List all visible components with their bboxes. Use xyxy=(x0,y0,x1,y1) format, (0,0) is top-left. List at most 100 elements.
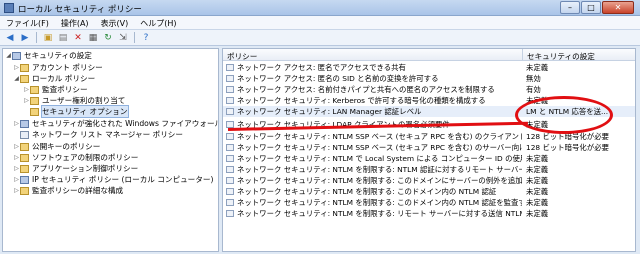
menu-help[interactable]: ヘルプ(H) xyxy=(134,16,182,29)
tree-item-label: セキュリティの設定 xyxy=(24,51,92,60)
folder-icon xyxy=(30,85,39,94)
policy-setting: 128 ビット暗号化が必要 xyxy=(526,143,609,152)
expand-arrow-icon[interactable]: ▷ xyxy=(23,86,30,93)
menu-bar: ファイル(F) 操作(A) 表示(V) ヘルプ(H) xyxy=(0,16,640,30)
folder-icon xyxy=(30,96,39,105)
tree-item-label: アプリケーション制御ポリシー xyxy=(32,164,139,173)
expand-arrow-icon[interactable]: ▷ xyxy=(13,187,20,194)
tree-item-network-list-manager[interactable]: ネットワーク リスト マネージャー ポリシー xyxy=(13,129,183,140)
policy-name: ネットワーク セキュリティ: NTLM で Local System による コ… xyxy=(237,154,522,163)
policy-icon xyxy=(226,86,234,93)
table-row[interactable]: ネットワーク セキュリティ: NTLM を制限する: このドメイン内の NTLM… xyxy=(223,197,635,208)
window-controls: – □ ✕ xyxy=(560,1,634,14)
tree-item-ip-security[interactable]: ▷ IP セキュリティ ポリシー (ローカル コンピューター) xyxy=(13,174,213,185)
table-row[interactable]: ネットワーク アクセス: 匿名でアクセスできる共有 未定義 xyxy=(223,62,635,73)
policy-name: ネットワーク アクセス: 名前付きパイプと共有への匿名のアクセスを制限する xyxy=(237,85,495,94)
expand-arrow-icon[interactable]: ◢ xyxy=(5,52,12,59)
table-row[interactable]: ネットワーク アクセス: 名前付きパイプと共有への匿名のアクセスを制限する 有効 xyxy=(223,84,635,95)
expand-arrow-icon[interactable]: ▷ xyxy=(13,120,20,127)
table-row[interactable]: ネットワーク セキュリティ: NTLM SSP ベース (セキュア RPC を含… xyxy=(223,142,635,153)
policy-setting: 無効 xyxy=(526,74,541,83)
close-button[interactable]: ✕ xyxy=(602,1,634,14)
folder-icon xyxy=(20,153,29,162)
help-icon[interactable]: ? xyxy=(140,32,152,43)
table-row[interactable]: ネットワーク セキュリティ: NTLM を制限する: リモート サーバーに対する… xyxy=(223,208,635,219)
column-header-setting[interactable]: セキュリティの設定 xyxy=(523,49,635,61)
properties-icon[interactable]: ▦ xyxy=(87,32,99,43)
document-icon xyxy=(20,130,29,139)
tree-item-label: 監査ポリシーの詳細な構成 xyxy=(32,186,124,195)
red-circle-annotation xyxy=(515,96,613,134)
tree-item-windows-firewall[interactable]: ▷ セキュリティが強化された Windows ファイアウォール xyxy=(13,118,219,129)
menu-action[interactable]: 操作(A) xyxy=(55,16,95,29)
policy-name: ネットワーク セキュリティ: Kerberos で許可する暗号化の種類を構成する xyxy=(237,96,486,105)
policy-name: ネットワーク セキュリティ: NTLM SSP ベース (セキュア RPC を含… xyxy=(237,143,522,152)
policy-setting: 未定義 xyxy=(526,209,549,218)
tree-item-account-policies[interactable]: ▷ アカウント ポリシー xyxy=(13,62,103,73)
table-row[interactable]: ネットワーク セキュリティ: NTLM を制限する: NTLM 認証に対するリモ… xyxy=(223,164,635,175)
tree-item-label: ユーザー権利の割り当て xyxy=(42,96,126,105)
forward-arrow-icon[interactable]: ▶ xyxy=(19,32,31,43)
tree-item-label: アカウント ポリシー xyxy=(32,63,103,72)
security-settings-icon xyxy=(12,51,21,60)
delete-icon[interactable]: ✕ xyxy=(72,32,84,43)
tree-item-label: セキュリティが強化された Windows ファイアウォール xyxy=(32,119,219,128)
expand-arrow-icon[interactable]: ▷ xyxy=(13,143,20,150)
export-icon[interactable]: ⇲ xyxy=(117,32,129,43)
policy-icon xyxy=(226,64,234,71)
toolbar: ◀ ▶ ▣ ▤ ✕ ▦ ↻ ⇲ ? xyxy=(0,30,640,46)
policy-name: ネットワーク アクセス: 匿名の SID と名前の変換を許可する xyxy=(237,74,439,83)
tree-item-public-key[interactable]: ▷ 公開キーのポリシー xyxy=(13,141,100,152)
maximize-button[interactable]: □ xyxy=(581,1,601,14)
policy-name: ネットワーク セキュリティ: NTLM を制限する: このドメインにサーバーの例… xyxy=(237,176,522,185)
menu-file[interactable]: ファイル(F) xyxy=(0,16,55,29)
tree-item-security-settings[interactable]: ◢ セキュリティの設定 xyxy=(5,50,92,61)
policy-name: ネットワーク セキュリティ: NTLM を制限する: リモート サーバーに対する… xyxy=(237,209,522,218)
minimize-button[interactable]: – xyxy=(560,1,580,14)
refresh-icon[interactable]: ↻ xyxy=(102,32,114,43)
collapse-arrow-icon[interactable]: ◢ xyxy=(13,75,20,82)
table-row[interactable]: ネットワーク セキュリティ: NTLM で Local System による コ… xyxy=(223,153,635,164)
tree-item-label: 公開キーのポリシー xyxy=(32,142,101,151)
policy-setting: 未定義 xyxy=(526,198,549,207)
folder-icon xyxy=(20,186,29,195)
policy-icon xyxy=(226,199,234,206)
policy-name: ネットワーク セキュリティ: NTLM を制限する: NTLM 認証に対するリモ… xyxy=(237,165,522,174)
policy-name: ネットワーク セキュリティ: LAN Manager 認証レベル xyxy=(237,107,422,116)
policy-setting: 未定義 xyxy=(526,63,549,72)
firewall-icon xyxy=(20,119,29,128)
policy-icon xyxy=(226,188,234,195)
tree-item-audit-policy[interactable]: ▷ 監査ポリシー xyxy=(23,84,88,95)
policy-name: ネットワーク アクセス: 匿名でアクセスできる共有 xyxy=(237,63,406,72)
policy-icon xyxy=(226,177,234,184)
tree-item-local-policies[interactable]: ◢ ローカル ポリシー xyxy=(13,73,95,84)
expand-arrow-icon[interactable]: ▷ xyxy=(13,165,20,172)
table-row[interactable]: ネットワーク アクセス: 匿名の SID と名前の変換を許可する 無効 xyxy=(223,73,635,84)
table-row[interactable]: ネットワーク セキュリティ: NTLM を制限する: このドメインにサーバーの例… xyxy=(223,175,635,186)
menu-view[interactable]: 表示(V) xyxy=(95,16,135,29)
title-bar: ローカル セキュリティ ポリシー – □ ✕ xyxy=(0,0,640,16)
folder-icon xyxy=(20,142,29,151)
folder-up-icon[interactable]: ▣ xyxy=(42,32,54,43)
expand-arrow-icon[interactable]: ▷ xyxy=(13,176,20,183)
tree-item-advanced-audit[interactable]: ▷ 監査ポリシーの詳細な構成 xyxy=(13,185,123,196)
policy-list: ポリシー セキュリティの設定 ネットワーク アクセス: 匿名でアクセスできる共有… xyxy=(222,48,636,252)
tree-item-security-options[interactable]: セキュリティ オプション xyxy=(23,105,129,118)
back-arrow-icon[interactable]: ◀ xyxy=(4,32,16,43)
policy-name: ネットワーク セキュリティ: NTLM SSP ベース (セキュア RPC を含… xyxy=(237,132,522,141)
policy-setting: 未定義 xyxy=(526,187,549,196)
expand-arrow-icon[interactable]: ▷ xyxy=(13,154,20,161)
tree-item-label: ソフトウェアの制限のポリシー xyxy=(32,153,139,162)
tree-item-software-restriction[interactable]: ▷ ソフトウェアの制限のポリシー xyxy=(13,152,138,163)
expand-arrow-icon[interactable]: ▷ xyxy=(23,97,30,104)
tree-item-application-control[interactable]: ▷ アプリケーション制御ポリシー xyxy=(13,163,138,174)
tree-item-user-rights[interactable]: ▷ ユーザー権利の割り当て xyxy=(23,95,125,106)
ip-security-icon xyxy=(20,175,29,184)
tree-item-label: 監査ポリシー xyxy=(42,85,88,94)
document-icon[interactable]: ▤ xyxy=(57,32,69,43)
policy-icon xyxy=(226,133,234,140)
policy-icon xyxy=(226,108,234,115)
column-header-policy[interactable]: ポリシー xyxy=(223,49,523,61)
expand-arrow-icon[interactable]: ▷ xyxy=(13,64,20,71)
table-row[interactable]: ネットワーク セキュリティ: NTLM を制限する: このドメイン内の NTLM… xyxy=(223,186,635,197)
